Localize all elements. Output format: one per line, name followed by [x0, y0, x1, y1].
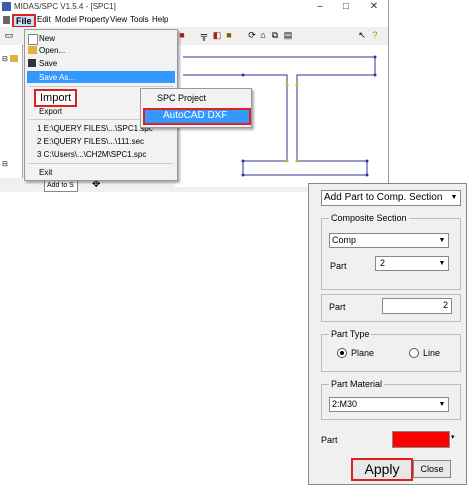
recent-file-1[interactable]: 1 E:\QUERY FILES\...\SPC1.spc: [37, 124, 153, 133]
recent-file-2[interactable]: 2 E:\QUERY FILES\...\111.sec: [37, 137, 144, 146]
apply-button-label: Apply: [364, 461, 400, 477]
tree-collapse-icon[interactable]: ⊟: [2, 160, 8, 168]
pointer-icon[interactable]: ↖: [357, 30, 367, 41]
new-icon: [28, 34, 38, 45]
part-material-title: Part Material: [329, 379, 385, 389]
home-icon[interactable]: ⌂: [258, 30, 268, 41]
menu-import[interactable]: Import: [34, 89, 78, 107]
save-tool-icon[interactable]: ■: [224, 30, 234, 41]
menu-help[interactable]: Help: [152, 15, 168, 24]
color-dropdown-icon[interactable]: ▾: [451, 433, 455, 441]
open-icon: [28, 46, 37, 54]
menu-separator: [29, 163, 173, 164]
close-button[interactable]: Close: [413, 460, 451, 478]
composite-section-group: [321, 218, 461, 290]
part-input-value: 2: [442, 300, 448, 310]
plane-radio[interactable]: [337, 348, 347, 358]
rotate-icon[interactable]: ⟳: [247, 30, 257, 41]
chevron-down-icon: ▼: [438, 401, 446, 408]
part-material-select[interactable]: 2:M30 ▼: [329, 397, 449, 412]
chevron-down-icon: ▼: [438, 237, 446, 244]
menu-edit[interactable]: Edit: [37, 15, 51, 24]
tool-icon[interactable]: ◧: [212, 30, 222, 41]
save-icon: [28, 59, 36, 67]
part-input[interactable]: 2: [382, 298, 452, 314]
mode-select[interactable]: Add Part to Comp. Section ▼: [321, 190, 461, 206]
app-icon: [2, 2, 11, 11]
minimize-button[interactable]: –: [308, 0, 332, 14]
chevron-down-icon: ▼: [438, 260, 446, 267]
composite-part-value: 2: [380, 258, 386, 268]
close-window-button[interactable]: ✕: [362, 0, 386, 14]
menu-save[interactable]: Save: [39, 59, 57, 68]
part-type-title: Part Type: [329, 329, 372, 339]
apply-button[interactable]: Apply: [351, 458, 413, 481]
composite-section-value: Comp: [332, 235, 357, 245]
part-material-value: 2:M30: [332, 399, 358, 409]
composite-part-select[interactable]: 2 ▼: [375, 256, 449, 271]
menu-save-as[interactable]: Save As...: [39, 73, 75, 82]
menu-export[interactable]: Export: [39, 107, 62, 116]
tree-folder-icon: [10, 55, 18, 62]
submenu-spc-project[interactable]: SPC Project: [157, 93, 206, 103]
beam-icon[interactable]: ╦: [199, 30, 209, 41]
line-radio-label: Line: [423, 348, 441, 358]
composite-part-label: Part: [330, 261, 347, 271]
section-panel: Add Part to Comp. Section ▼ Composite Se…: [308, 183, 467, 485]
menu-tools[interactable]: Tools: [130, 15, 149, 24]
tree-expand-icon[interactable]: ⊟: [2, 55, 8, 63]
close-button-label: Close: [420, 464, 444, 474]
tree-panel: ⊟ ⊟: [0, 45, 23, 187]
recent-file-3[interactable]: 3 C:\Users\...\CH2M\SPC1.spc: [37, 150, 146, 159]
copy-icon[interactable]: ⧉: [270, 30, 280, 41]
part-label: Part: [329, 302, 346, 312]
menu-separator: [29, 86, 173, 87]
mode-select-value: Add Part to Comp. Section: [324, 192, 443, 203]
composite-section-select[interactable]: Comp ▼: [329, 233, 449, 248]
add-to-section-button[interactable]: Add to S: [44, 180, 78, 192]
folder-icon[interactable]: ▤: [283, 30, 293, 41]
menu-model[interactable]: Model: [55, 15, 77, 24]
line-radio[interactable]: [409, 348, 419, 358]
menu-open[interactable]: Open...: [39, 46, 65, 55]
menu-exit[interactable]: Exit: [39, 168, 52, 177]
chevron-down-icon: ▼: [450, 194, 458, 201]
maximize-button[interactable]: □: [334, 0, 358, 14]
doc-icon: [3, 16, 10, 24]
menu-new[interactable]: New: [39, 34, 55, 43]
menu-bar: File Edit Model Property View Tools Help: [0, 14, 388, 28]
composite-section-title: Composite Section: [329, 213, 409, 223]
plane-radio-label: Plane: [351, 348, 375, 358]
import-submenu: SPC Project AutoCAD DXF: [140, 88, 252, 128]
section-icon[interactable]: ■: [177, 30, 187, 41]
help-icon[interactable]: ?: [370, 30, 380, 41]
title-bar: MIDAS/SPC V1.5.4 - [SPC1] – □ ✕: [0, 0, 388, 14]
part-color-swatch[interactable]: [392, 431, 450, 448]
part-color-label: Part: [321, 435, 338, 445]
submenu-autocad-dxf[interactable]: AutoCAD DXF: [163, 110, 227, 121]
menu-property[interactable]: Property: [79, 15, 109, 24]
menu-view[interactable]: View: [110, 15, 127, 24]
new-file-icon[interactable]: ▭: [4, 30, 14, 41]
menu-file[interactable]: File: [12, 14, 36, 28]
window-title: MIDAS/SPC V1.5.4 - [SPC1]: [14, 2, 116, 11]
